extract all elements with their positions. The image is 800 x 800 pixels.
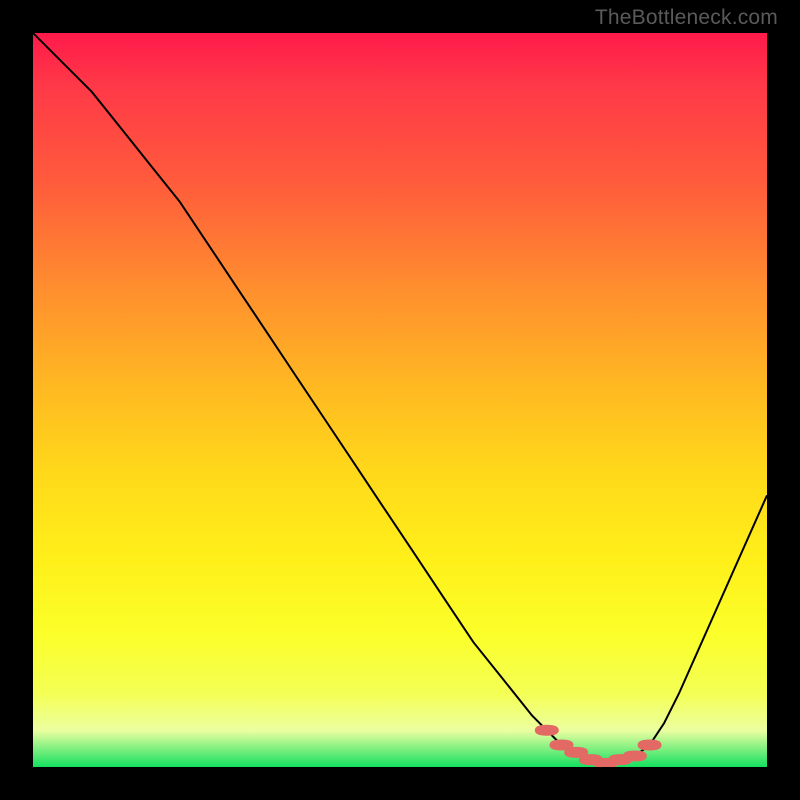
chart-svg (33, 33, 767, 767)
watermark-text: TheBottleneck.com (595, 6, 778, 30)
optimal-marker (535, 725, 559, 736)
plot-area (33, 33, 767, 767)
bottleneck-curve (33, 33, 767, 763)
optimal-zone-markers (535, 725, 662, 767)
optimal-marker (623, 750, 647, 761)
chart-frame: TheBottleneck.com (0, 0, 800, 800)
optimal-marker (638, 739, 662, 750)
